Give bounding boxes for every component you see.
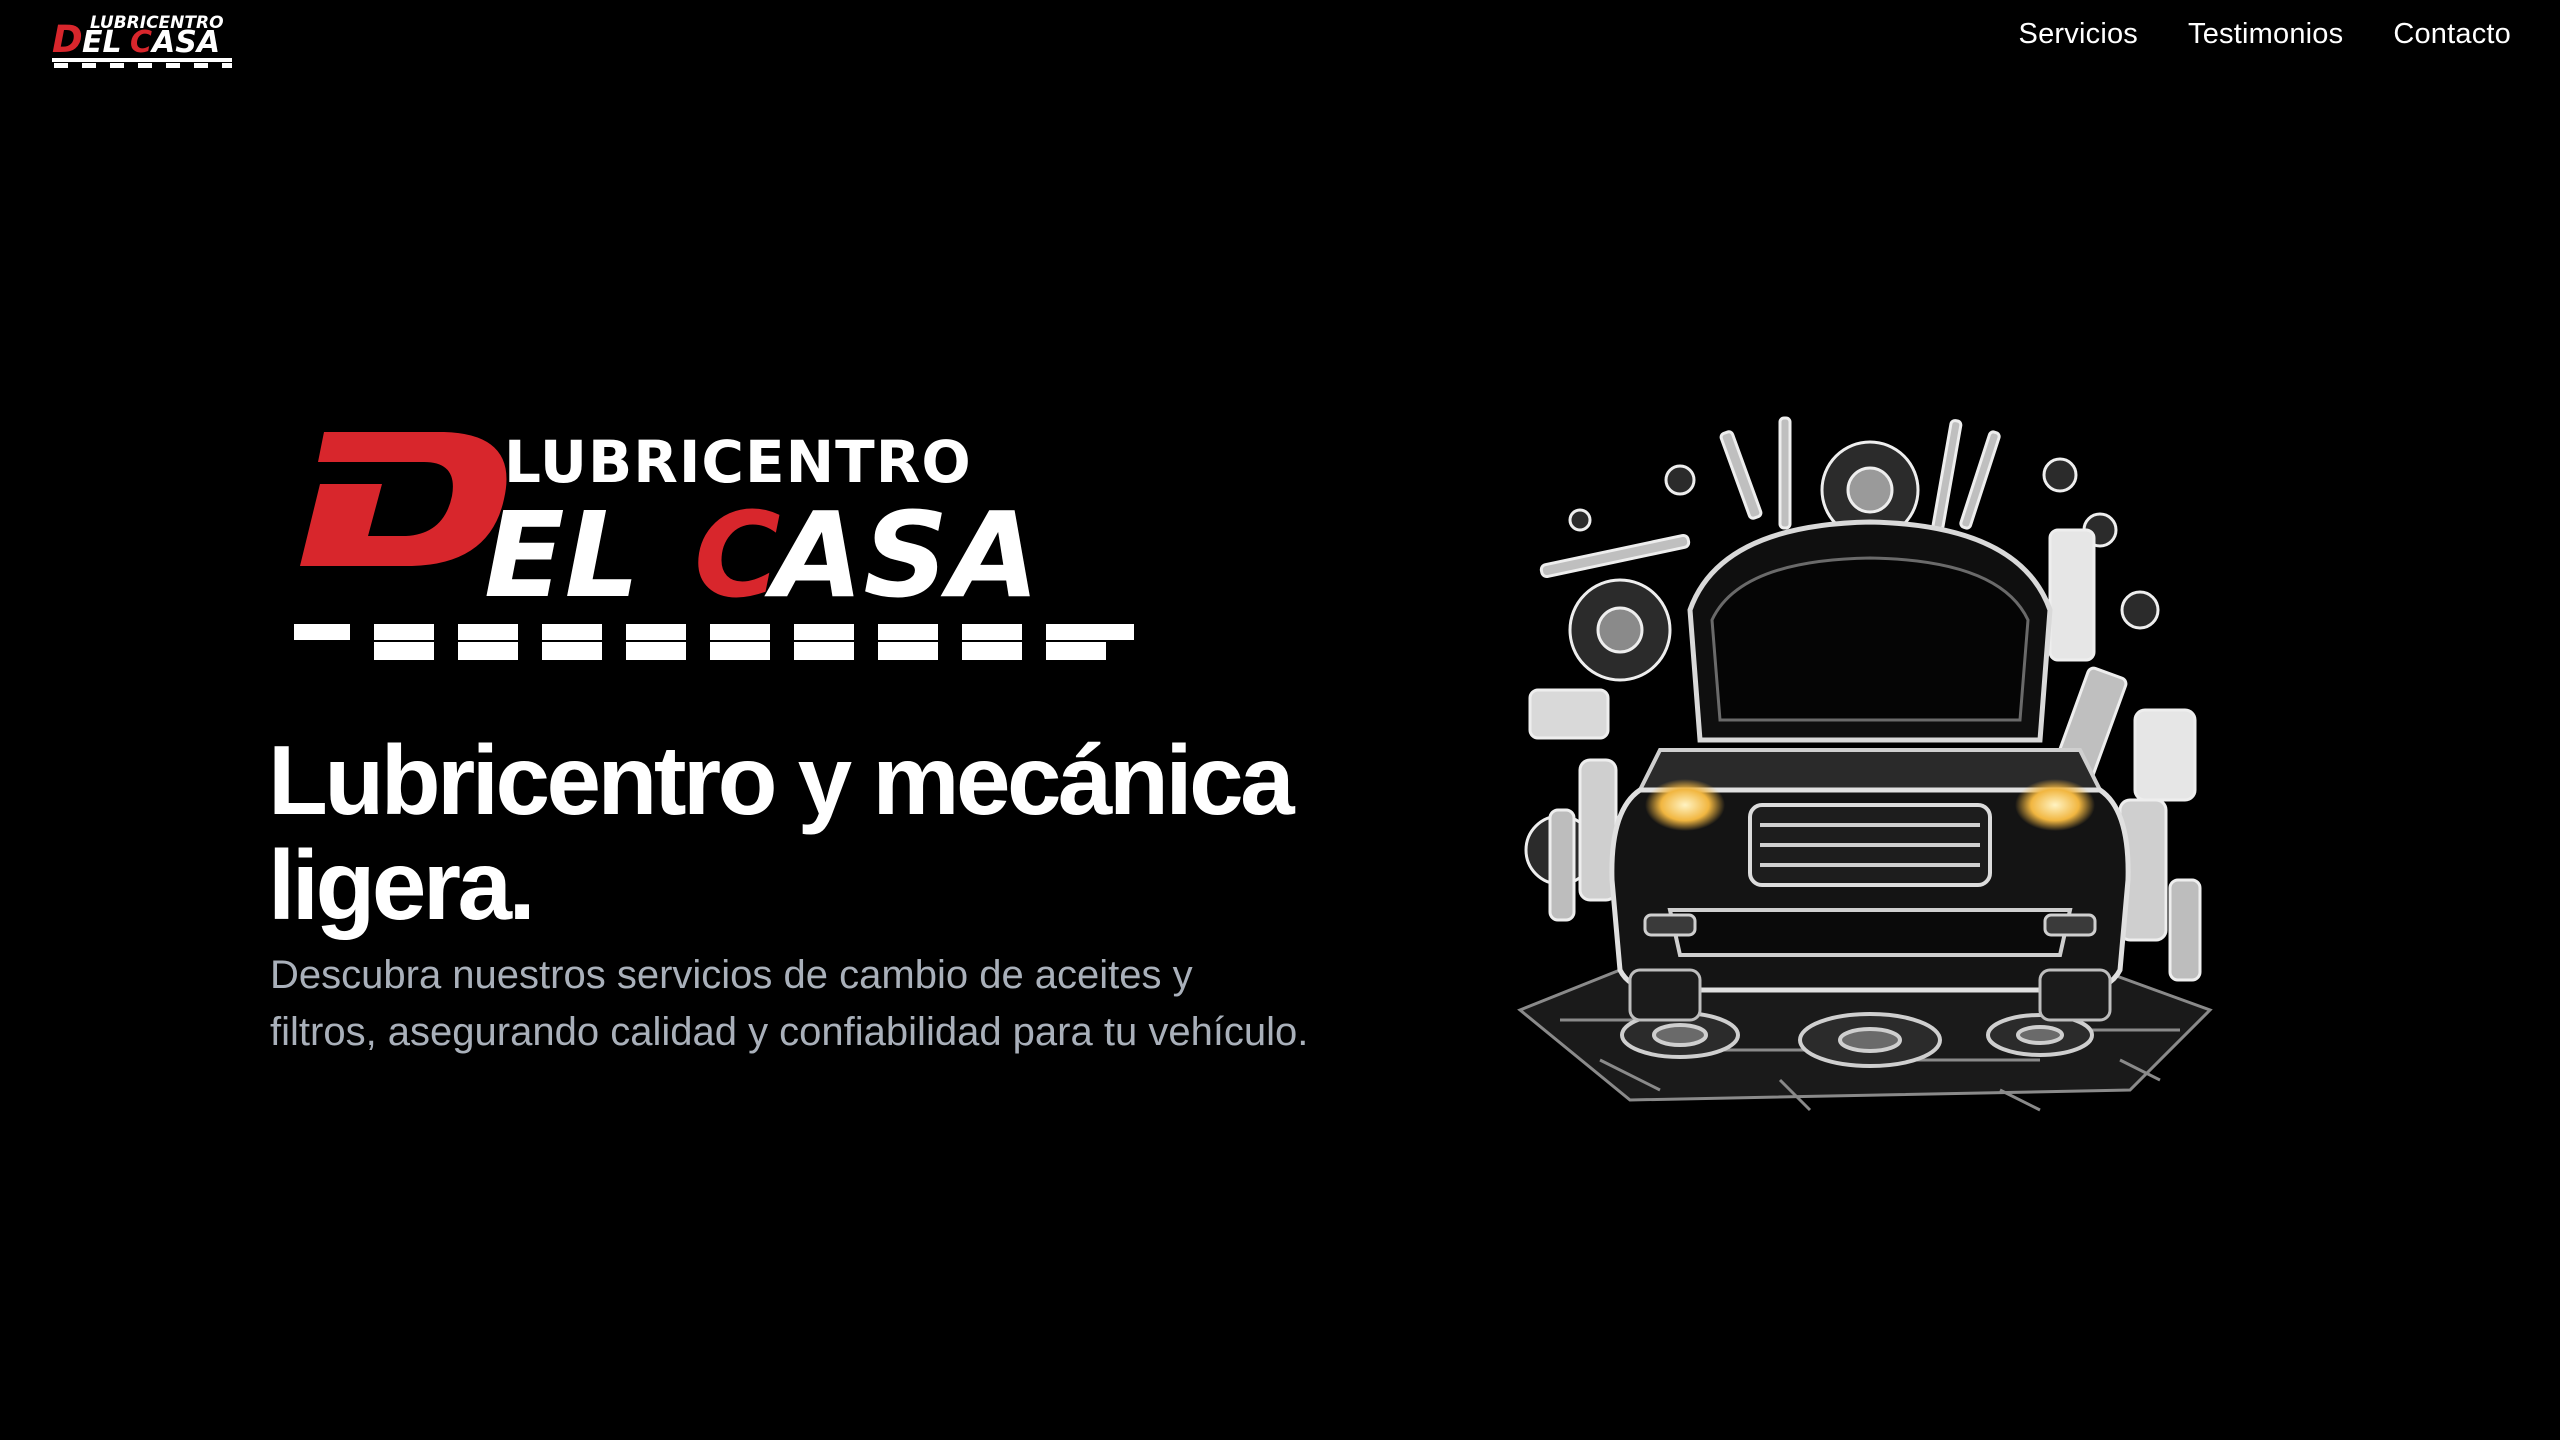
nav-contacto[interactable]: Contacto <box>2393 18 2511 51</box>
svg-text:ASA: ASA <box>150 25 220 60</box>
header-logo-link[interactable]: LUBRICENTRO D EL C ASA <box>48 8 248 70</box>
svg-text:D: D <box>52 18 83 61</box>
svg-text:EL: EL <box>484 486 640 624</box>
hero-title-line2: ligera. <box>268 830 536 940</box>
svg-text:C: C <box>130 25 152 60</box>
hero-title: Lubricentro y mecánica ligera. <box>268 728 1368 938</box>
car-with-tools-illustration <box>1517 416 2213 1112</box>
site-header: LUBRICENTRO D EL C ASA Servicios Testimo… <box>0 0 2560 80</box>
nav-servicios[interactable]: Servicios <box>2019 18 2138 51</box>
hero-description: Descubra nuestros servicios de cambio de… <box>270 953 1309 1054</box>
svg-text:C: C <box>694 486 781 624</box>
hero-title-line1: Lubricentro y mecánica <box>268 725 1295 835</box>
nav-testimonios[interactable]: Testimonios <box>2188 18 2343 51</box>
svg-text:ASA: ASA <box>764 486 1040 624</box>
brand-logo-small: LUBRICENTRO D EL C ASA <box>52 13 232 68</box>
brand-logo-large: LUBRICENTRO EL C ASA <box>294 428 1134 660</box>
svg-text:EL: EL <box>82 25 122 60</box>
main-nav: Servicios Testimonios Contacto <box>2019 18 2511 51</box>
